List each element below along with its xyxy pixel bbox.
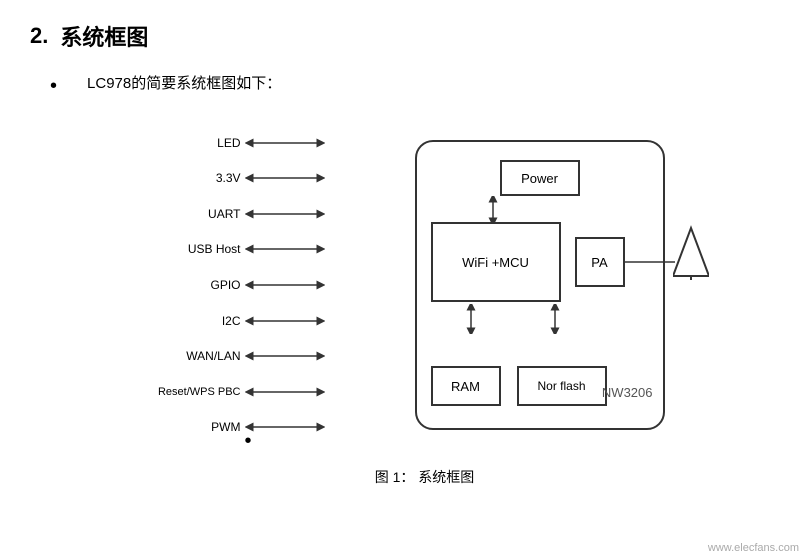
arrow-33v xyxy=(245,170,325,186)
antenna-icon xyxy=(673,224,709,280)
diagram-wrapper: LED 3.3V UART xyxy=(70,120,779,487)
label-gpio: GPIO xyxy=(145,278,245,292)
label-uart: UART xyxy=(145,207,245,221)
arrow-row-wan: WAN/LAN xyxy=(145,343,355,369)
arrow-row-usb: USB Host xyxy=(145,237,355,263)
arrow-row-33v: 3.3V xyxy=(145,166,355,192)
arrow-led xyxy=(245,135,325,151)
arrow-row-pwm: PWM xyxy=(145,415,355,441)
label-usb: USB Host xyxy=(145,242,245,256)
arrow-reset xyxy=(245,384,325,400)
section-heading: 系统框图 xyxy=(60,20,148,52)
arrow-row-led: LED xyxy=(145,130,355,156)
arrow-gpio xyxy=(245,277,325,293)
bullet-text: LC978的简要系统框图如下： xyxy=(87,72,281,96)
watermark: www.elecfans.com xyxy=(708,542,799,554)
label-wan: WAN/LAN xyxy=(145,349,245,363)
arrow-row-uart: UART xyxy=(145,201,355,227)
power-label: Power xyxy=(521,171,558,186)
chip-box: Power WiFi +MCU PA xyxy=(415,140,665,430)
arrow-row-reset: Reset/WPS PBC xyxy=(145,379,355,405)
diagram-caption: 图 1： 系统框图 xyxy=(375,467,475,487)
pa-antenna-line xyxy=(625,260,675,264)
norflash-box: Nor flash xyxy=(517,366,607,406)
arrow-usb xyxy=(245,241,325,257)
arrow-wan xyxy=(245,348,325,364)
bullet-item: • LC978的简要系统框图如下： xyxy=(30,72,779,100)
norflash-label: Nor flash xyxy=(537,379,585,393)
arrow-wifi-ram xyxy=(463,304,479,334)
arrow-pwm xyxy=(245,419,325,435)
section-title: 2. 系统框图 xyxy=(30,20,779,52)
label-i2c: I2C xyxy=(145,314,245,328)
label-reset: Reset/WPS PBC xyxy=(145,386,245,398)
section-number: 2. xyxy=(30,23,48,49)
left-labels: LED 3.3V UART xyxy=(145,120,355,450)
diagram-area: LED 3.3V UART xyxy=(145,120,705,450)
wifi-box: WiFi +MCU xyxy=(431,222,561,302)
ram-box: RAM xyxy=(431,366,501,406)
power-box: Power xyxy=(500,160,580,196)
chip-id-label: NW3206 xyxy=(602,385,653,400)
label-33v: 3.3V xyxy=(145,171,245,185)
arrow-row-gpio: GPIO xyxy=(145,272,355,298)
arrow-i2c xyxy=(245,313,325,329)
pa-box: PA xyxy=(575,237,625,287)
wifi-label: WiFi +MCU xyxy=(462,255,529,270)
arrow-row-i2c: I2C xyxy=(145,308,355,334)
arrow-uart xyxy=(245,206,325,222)
arrow-wifi-norflash xyxy=(547,304,563,334)
ram-label: RAM xyxy=(451,379,480,394)
label-pwm: PWM xyxy=(145,420,245,434)
arrow-power-wifi xyxy=(485,196,501,224)
bullet-dot: • xyxy=(50,72,57,100)
label-led: LED xyxy=(145,136,245,150)
pa-label: PA xyxy=(591,255,607,270)
